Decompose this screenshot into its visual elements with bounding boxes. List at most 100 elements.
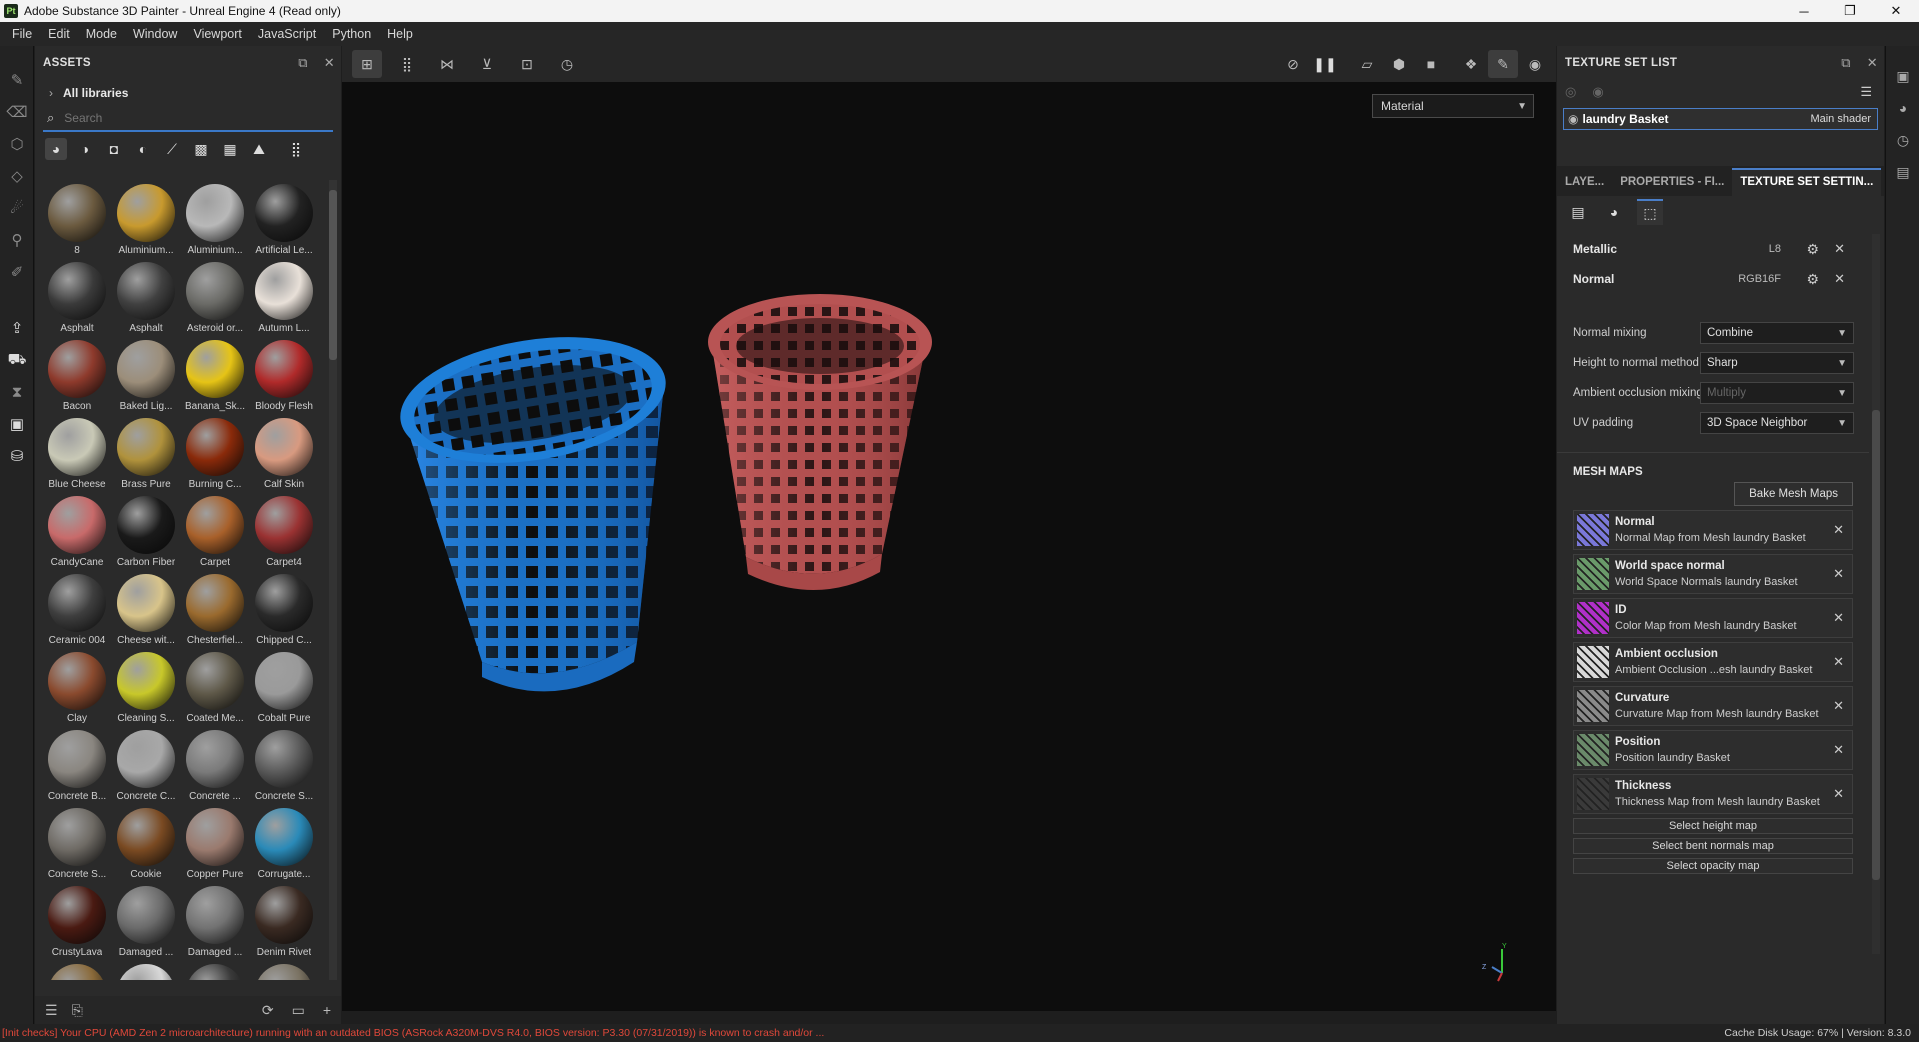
grid-snap-icon[interactable]: ⊞ [352, 50, 382, 78]
gear-icon[interactable]: ⚙ [1806, 241, 1819, 258]
asset-tile[interactable]: Cobalt Pure [250, 648, 318, 726]
mesh-map-slot[interactable]: Normal Normal Map from Mesh laundry Baske… [1573, 510, 1853, 550]
paint-brush-icon[interactable]: ✎ [0, 64, 34, 96]
mesh-map-slot[interactable]: ID Color Map from Mesh laundry Basket ✕ [1573, 598, 1853, 638]
asset-tile[interactable]: Concrete C... [112, 726, 180, 804]
channel-format[interactable]: RGB16F [1738, 273, 1781, 285]
remove-channel-icon[interactable]: ✕ [1834, 271, 1845, 287]
asset-tile[interactable] [43, 960, 111, 980]
mesh-map-slot[interactable]: Ambient occlusion Ambient Occlusion ...es… [1573, 642, 1853, 682]
asset-tile[interactable]: Aluminium... [181, 180, 249, 258]
remove-mesh-map-icon[interactable]: ✕ [1833, 566, 1844, 582]
asset-tile[interactable]: Bloody Flesh [250, 336, 318, 414]
eraser-icon[interactable]: ⌫ [0, 96, 34, 128]
hide-icon[interactable]: ◎ [1565, 84, 1576, 100]
select-height-map-button[interactable]: Select height map [1573, 818, 1853, 834]
screenshot-icon[interactable]: ◉ [1520, 50, 1550, 78]
mesh-map-slot[interactable]: Position Position laundry Basket ✕ [1573, 730, 1853, 770]
menu-javascript[interactable]: JavaScript [250, 27, 324, 41]
status-warning[interactable]: [Init checks] Your CPU (AMD Zen 2 microa… [2, 1027, 824, 1039]
menu-window[interactable]: Window [125, 27, 185, 41]
asset-tile[interactable]: Chesterfiel... [181, 570, 249, 648]
symmetry-icon[interactable]: ⋈ [432, 50, 462, 78]
texture-set-list-icon[interactable]: ▣ [1886, 60, 1919, 92]
3d-view-icon[interactable]: ⬢ [1384, 50, 1414, 78]
float-panel-icon[interactable]: ⧉ [298, 55, 308, 71]
textures-filter-icon[interactable]: ▦ [219, 138, 241, 160]
materials-filter-icon[interactable]: ◕ [45, 138, 67, 160]
generators-filter-icon[interactable]: ◐ [132, 138, 154, 160]
menu-viewport[interactable]: Viewport [185, 27, 249, 41]
history-icon[interactable]: ◷ [1886, 124, 1919, 156]
assets-scroll-thumb[interactable] [329, 190, 337, 360]
normal-mixing-dropdown[interactable]: Combine ▼ [1700, 322, 1854, 344]
log-icon[interactable]: ▤ [1886, 156, 1919, 188]
gear-icon[interactable]: ⚙ [1806, 271, 1819, 288]
menu-python[interactable]: Python [324, 27, 379, 41]
asset-tile[interactable]: Denim Rivet [250, 882, 318, 960]
environments-filter-icon[interactable]: ⛰ [248, 138, 270, 160]
geometry-mask-icon[interactable]: ◇ [0, 160, 34, 192]
minimize-button[interactable]: ─ [1781, 0, 1827, 22]
float-panel-icon[interactable]: ⧉ [1841, 55, 1851, 71]
display-settings-icon[interactable]: ▣ [0, 408, 34, 440]
export-icon[interactable]: ⇪ [0, 312, 34, 344]
paint-mode-icon[interactable]: ✎ [1488, 50, 1518, 78]
select-bent-normals-button[interactable]: Select bent normals map [1573, 838, 1853, 854]
asset-tile[interactable]: Concrete B... [43, 726, 111, 804]
asset-tile[interactable] [112, 960, 180, 980]
settings-scrollbar[interactable] [1872, 234, 1880, 954]
close-panel-icon[interactable]: ✕ [324, 55, 335, 71]
particles-filter-icon[interactable]: ▩ [190, 138, 212, 160]
asset-tile[interactable]: Banana_Sk... [181, 336, 249, 414]
asset-tile[interactable]: Bacon [43, 336, 111, 414]
shelf-icon[interactable]: ⛁ [0, 440, 34, 472]
assets-scrollbar[interactable] [329, 180, 337, 980]
asset-tile[interactable] [181, 960, 249, 980]
reset-camera-icon[interactable]: ◷ [552, 50, 582, 78]
blue-laundry-basket[interactable] [342, 82, 1556, 1011]
asset-tile[interactable]: Asteroid or... [181, 258, 249, 336]
hide-icon[interactable]: ⊘ [1278, 50, 1308, 78]
maximize-button[interactable]: ❐ [1827, 0, 1873, 22]
asset-tile[interactable]: Copper Pure [181, 804, 249, 882]
menu-file[interactable]: File [4, 27, 40, 41]
smart-materials-filter-icon[interactable]: ◑ [74, 138, 96, 160]
remove-mesh-map-icon[interactable]: ✕ [1833, 698, 1844, 714]
tiling-icon[interactable]: ⣿ [392, 50, 422, 78]
remove-channel-icon[interactable]: ✕ [1834, 241, 1845, 257]
asset-tile[interactable]: Clay [43, 648, 111, 726]
asset-tile[interactable]: Blue Cheese [43, 414, 111, 492]
select-opacity-map-button[interactable]: Select opacity map [1573, 858, 1853, 874]
visibility-eye-icon[interactable]: ◉ [1568, 112, 1578, 126]
clone-stamp-icon[interactable]: ⚲ [0, 224, 34, 256]
asset-tile[interactable]: CandyCane [43, 492, 111, 570]
remove-mesh-map-icon[interactable]: ✕ [1833, 742, 1844, 758]
uv-padding-dropdown[interactable]: 3D Space Neighbor ▼ [1700, 412, 1854, 434]
menu-help[interactable]: Help [379, 27, 421, 41]
search-input[interactable] [64, 111, 295, 125]
tab-properties[interactable]: PROPERTIES - FI... [1612, 176, 1732, 196]
asset-tile[interactable]: Autumn L... [250, 258, 318, 336]
color-picker-icon[interactable]: ✐ [0, 256, 34, 288]
iray-icon[interactable]: ❖ [1456, 50, 1486, 78]
menu-icon[interactable]: ☰ [1860, 84, 1872, 100]
channels-icon[interactable]: ▤ [1565, 199, 1591, 225]
symmetry-vertical-icon[interactable]: ⊻ [472, 50, 502, 78]
remove-mesh-map-icon[interactable]: ✕ [1833, 610, 1844, 626]
asset-tile[interactable]: Artificial Le... [250, 180, 318, 258]
folder-icon[interactable]: ▭ [292, 1002, 305, 1019]
asset-tile[interactable]: Damaged ... [112, 882, 180, 960]
add-icon[interactable]: + [323, 1002, 331, 1019]
hourglass-icon[interactable]: ⧗ [0, 376, 34, 408]
asset-tile[interactable]: Asphalt [112, 258, 180, 336]
remove-mesh-map-icon[interactable]: ✕ [1833, 522, 1844, 538]
asset-tile[interactable]: Burning C... [181, 414, 249, 492]
grid-view-icon[interactable]: ⣿ [285, 138, 307, 160]
masks-filter-icon[interactable]: ◘ [103, 138, 125, 160]
mesh-map-slot[interactable]: Curvature Curvature Map from Mesh laundry… [1573, 686, 1853, 726]
bake-mesh-maps-button[interactable]: Bake Mesh Maps [1734, 482, 1853, 506]
mesh-map-slot[interactable]: World space normal World Space Normals la… [1573, 554, 1853, 594]
asset-tile[interactable]: CrustyLava [43, 882, 111, 960]
asset-tile[interactable]: Carbon Fiber [112, 492, 180, 570]
